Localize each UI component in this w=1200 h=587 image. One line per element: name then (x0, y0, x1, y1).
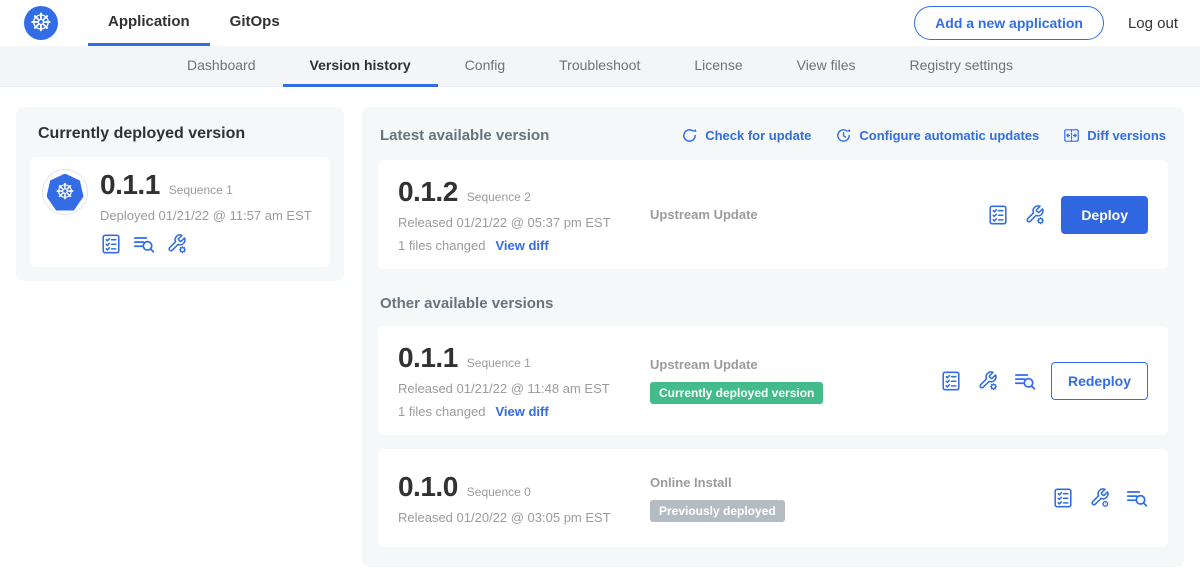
tab-dashboard[interactable]: Dashboard (160, 46, 283, 87)
view-diff-link[interactable]: View diff (495, 404, 548, 419)
diff-icon (1063, 127, 1080, 144)
view-config-icon[interactable] (1089, 487, 1111, 509)
tab-view-files[interactable]: View files (770, 46, 883, 87)
app-subnav: Dashboard Version history Config Trouble… (0, 46, 1200, 87)
release-notes-icon[interactable] (100, 233, 122, 255)
other-versions-title: Other available versions (380, 295, 1166, 312)
version-source-label: Upstream Update (650, 357, 940, 372)
sequence-label: Sequence 1 (467, 356, 531, 370)
version-history-panel: Latest available version Check for updat… (362, 107, 1184, 567)
add-application-button[interactable]: Add a new application (914, 6, 1104, 40)
tab-license[interactable]: License (667, 46, 769, 87)
configure-automatic-updates-label: Configure automatic updates (859, 128, 1039, 143)
version-number: 0.1.0 (398, 471, 458, 503)
released-timestamp: Released 01/21/22 @ 11:48 am EST (398, 381, 650, 396)
released-timestamp: Released 01/21/22 @ 05:37 pm EST (398, 215, 650, 230)
check-for-update-link[interactable]: Check for update (681, 127, 811, 144)
version-card-0-1-2: 0.1.2 Sequence 2 Released 01/21/22 @ 05:… (378, 160, 1168, 269)
deployed-version-number: 0.1.1 (100, 169, 160, 201)
release-notes-icon[interactable] (940, 370, 962, 392)
tab-gitops[interactable]: GitOps (210, 0, 300, 46)
main-content: Currently deployed version ☸ 0.1.1 Seque… (0, 87, 1200, 587)
version-card-0-1-0: 0.1.0 Sequence 0 Released 01/20/22 @ 03:… (378, 449, 1168, 547)
version-card-0-1-1: 0.1.1 Sequence 1 Released 01/21/22 @ 11:… (378, 326, 1168, 435)
diff-versions-link[interactable]: Diff versions (1063, 127, 1166, 144)
version-number: 0.1.1 (398, 342, 458, 374)
deploy-button[interactable]: Deploy (1061, 196, 1148, 234)
edit-config-icon[interactable] (166, 233, 188, 255)
sequence-label: Sequence 2 (467, 190, 531, 204)
deployed-timestamp: Deployed 01/21/22 @ 11:57 am EST (100, 208, 318, 223)
redeploy-button[interactable]: Redeploy (1051, 362, 1148, 400)
check-for-update-label: Check for update (705, 128, 811, 143)
deployed-version-card: ☸ 0.1.1 Sequence 1 Deployed 01/21/22 @ 1… (30, 157, 330, 267)
app-tabs: Application GitOps (88, 0, 300, 46)
sequence-label: Sequence 0 (467, 485, 531, 499)
deployed-panel-title: Currently deployed version (38, 125, 330, 143)
release-notes-icon[interactable] (987, 204, 1009, 226)
configure-automatic-updates-link[interactable]: Configure automatic updates (835, 127, 1039, 144)
released-timestamp: Released 01/20/22 @ 03:05 pm EST (398, 510, 650, 525)
deployed-sequence-label: Sequence 1 (169, 183, 233, 197)
files-changed-label: 1 files changed (398, 404, 485, 419)
tab-version-history[interactable]: Version history (283, 46, 438, 87)
tab-troubleshoot[interactable]: Troubleshoot (532, 46, 667, 87)
tab-registry-settings[interactable]: Registry settings (883, 46, 1040, 87)
currently-deployed-panel: Currently deployed version ☸ 0.1.1 Seque… (16, 107, 344, 281)
diff-versions-label: Diff versions (1087, 128, 1166, 143)
top-nav: ☸ Application GitOps Add a new applicati… (0, 0, 1200, 46)
version-number: 0.1.2 (398, 176, 458, 208)
kubernetes-logo: ☸ (24, 6, 58, 40)
automatic-updates-icon (835, 127, 852, 144)
preflight-checks-icon[interactable] (1126, 487, 1148, 509)
refresh-icon (681, 127, 698, 144)
logout-button[interactable]: Log out (1128, 15, 1178, 32)
edit-config-icon[interactable] (1024, 204, 1046, 226)
app-logo: ☸ (42, 169, 88, 215)
release-notes-icon[interactable] (1052, 487, 1074, 509)
edit-config-icon[interactable] (977, 370, 999, 392)
previously-deployed-badge: Previously deployed (650, 500, 785, 522)
version-source-label: Online Install (650, 475, 940, 490)
tab-application[interactable]: Application (88, 0, 210, 46)
preflight-checks-icon[interactable] (133, 233, 155, 255)
kubernetes-icon: ☸ (47, 174, 84, 211)
view-diff-link[interactable]: View diff (495, 238, 548, 253)
tab-config[interactable]: Config (438, 46, 532, 87)
version-source-label: Upstream Update (650, 207, 940, 222)
currently-deployed-badge: Currently deployed version (650, 382, 823, 404)
latest-version-title: Latest available version (380, 127, 549, 144)
files-changed-label: 1 files changed (398, 238, 485, 253)
preflight-checks-icon[interactable] (1014, 370, 1036, 392)
